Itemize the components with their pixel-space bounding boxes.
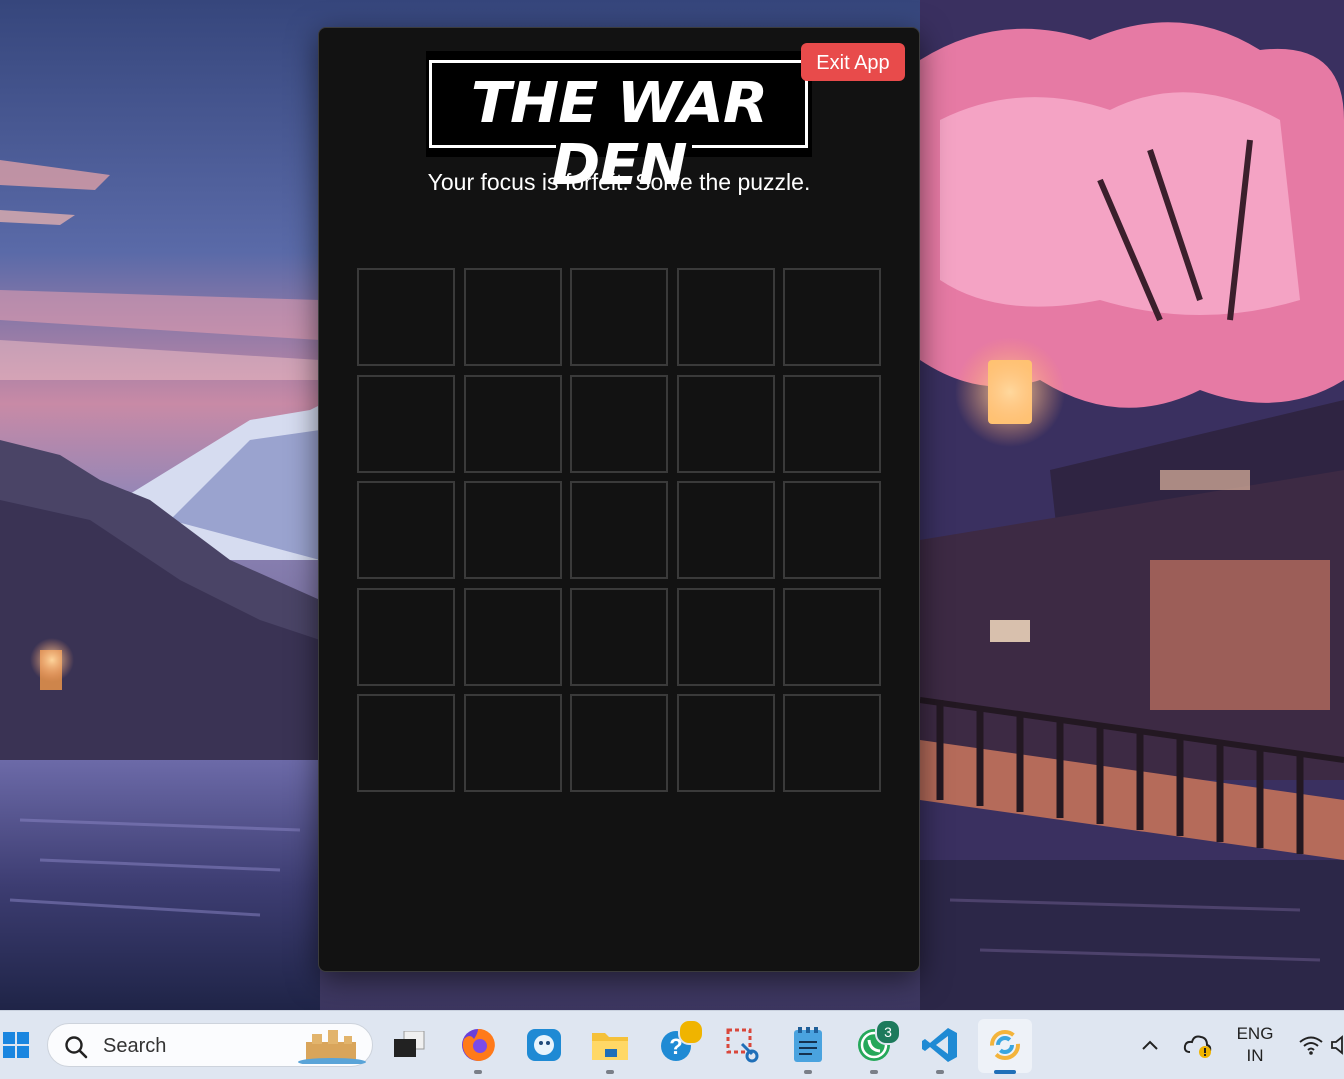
puzzle-cell[interactable] [676,694,775,792]
exit-app-button[interactable]: Exit App [801,43,905,81]
cloud-warning-icon[interactable] [1180,1011,1216,1079]
help-icon[interactable]: ? [650,1011,704,1079]
active-app-icon[interactable] [978,1011,1032,1079]
subtitle-message: Your focus is forfeit. Solve the puzzle. [427,169,811,195]
vscode-icon[interactable] [913,1011,967,1079]
taskbar: Search ? 3 ENG IN [0,1010,1344,1079]
puzzle-cell[interactable] [463,481,562,579]
puzzle-cell[interactable] [570,374,668,473]
search-icon [65,1036,88,1059]
puzzle-cell[interactable] [357,268,455,366]
language-indicator[interactable]: ENG IN [1232,1023,1278,1067]
whatsapp-icon[interactable]: 3 [847,1011,901,1079]
chevron-up-icon[interactable] [1134,1011,1166,1079]
puzzle-cell[interactable] [783,268,881,366]
puzzle-cell[interactable] [463,587,562,686]
whatsapp-badge: 3 [875,1019,901,1045]
language-line2: IN [1246,1046,1264,1065]
puzzle-cell[interactable] [463,374,562,473]
puzzle-cell[interactable] [357,694,455,792]
app-window: THE WAR DEN Exit App Your focus is forfe… [318,27,920,972]
puzzle-cell[interactable] [357,481,455,579]
puzzle-grid [357,268,881,792]
task-view-icon[interactable] [382,1011,436,1079]
puzzle-cell[interactable] [570,268,668,366]
snipping-tool-icon[interactable] [716,1011,770,1079]
file-explorer-icon[interactable] [583,1011,637,1079]
puzzle-cell[interactable] [783,481,881,579]
windows-start-icon[interactable] [0,1011,32,1079]
puzzle-cell[interactable] [357,587,455,686]
puzzle-cell[interactable] [676,481,775,579]
sandcastle-icon [298,1030,366,1064]
search-placeholder: Search [103,1035,167,1057]
puzzle-cell[interactable] [570,694,668,792]
firefox-icon[interactable] [451,1011,505,1079]
puzzle-cell[interactable] [463,268,562,366]
puzzle-cell[interactable] [570,587,668,686]
volume-icon[interactable] [1330,1011,1344,1079]
wifi-icon[interactable] [1296,1011,1326,1079]
puzzle-cell[interactable] [570,481,668,579]
puzzle-cell[interactable] [783,587,881,686]
blue-app-icon[interactable] [517,1011,571,1079]
puzzle-cell[interactable] [676,268,775,366]
puzzle-cell[interactable] [463,694,562,792]
notepad-icon[interactable] [781,1011,835,1079]
logo: THE WAR DEN [426,51,812,197]
puzzle-cell[interactable] [357,374,455,473]
puzzle-cell[interactable] [676,587,775,686]
language-line1: ENG [1236,1024,1274,1043]
puzzle-cell[interactable] [783,694,881,792]
taskbar-search-box[interactable]: Search [47,1023,373,1067]
puzzle-cell[interactable] [783,374,881,473]
puzzle-cell[interactable] [676,374,775,473]
